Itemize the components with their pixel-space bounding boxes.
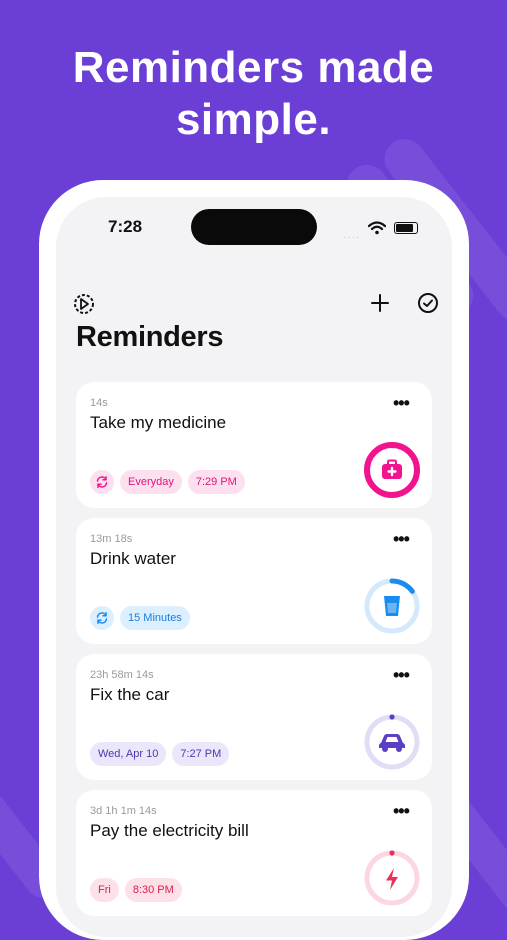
gear-icon[interactable] [72, 292, 96, 316]
signal-icon: ···· [343, 232, 361, 243]
elapsed-time: 14s [90, 397, 108, 409]
elapsed-time: 23h 58m 14s [90, 669, 154, 681]
time-chip: 8:30 PM [124, 878, 182, 902]
date-chip: Wed, Apr 10 [90, 742, 167, 766]
reminder-card-medicine[interactable]: 14s Take my medicine ••• Everyday 7:29 P… [76, 382, 432, 508]
battery-icon [394, 222, 418, 234]
reminder-card-car[interactable]: 23h 58m 14s Fix the car ••• Wed, Apr 10 … [76, 654, 432, 780]
medical-kit-icon [382, 459, 402, 479]
car-icon [379, 734, 405, 752]
more-options-button[interactable]: ••• [393, 530, 410, 548]
interval-chip: 15 Minutes [120, 606, 190, 630]
repeat-icon [90, 470, 114, 494]
time-chip: 7:27 PM [172, 742, 230, 766]
more-options-button[interactable]: ••• [393, 666, 410, 684]
dynamic-island [191, 209, 317, 245]
reminder-name: Fix the car [90, 685, 170, 704]
add-reminder-button[interactable] [370, 293, 390, 313]
schedule-chip: Everyday [120, 470, 182, 494]
phone-frame: 7:28 ···· Reminders 14s Take my medicine… [39, 180, 469, 940]
elapsed-time: 13m 18s [90, 533, 133, 545]
app-screen: 7:28 ···· Reminders 14s Take my medicine… [56, 197, 452, 937]
more-options-button[interactable]: ••• [393, 802, 410, 820]
reminder-card-electricity[interactable]: 3d 1h 1m 14s Pay the electricity bill ••… [76, 790, 432, 916]
status-time: 7:28 [108, 217, 143, 236]
time-chip: 7:29 PM [187, 470, 245, 494]
repeat-icon [90, 606, 114, 630]
lightning-icon [386, 868, 398, 890]
reminder-name: Pay the electricity bill [90, 821, 249, 840]
check-circle-icon[interactable] [417, 292, 439, 314]
wifi-icon [368, 221, 386, 235]
reminder-name: Drink water [90, 549, 176, 568]
reminder-card-water[interactable]: 13m 18s Drink water ••• 15 Minutes [76, 518, 432, 644]
page-title: Reminders [76, 321, 224, 353]
elapsed-time: 3d 1h 1m 14s [90, 805, 157, 817]
day-chip: Fri [90, 878, 119, 902]
glass-icon [384, 596, 400, 616]
more-options-button[interactable]: ••• [393, 394, 410, 412]
reminder-name: Take my medicine [90, 413, 227, 432]
headline: Reminders made simple. [72, 43, 435, 144]
